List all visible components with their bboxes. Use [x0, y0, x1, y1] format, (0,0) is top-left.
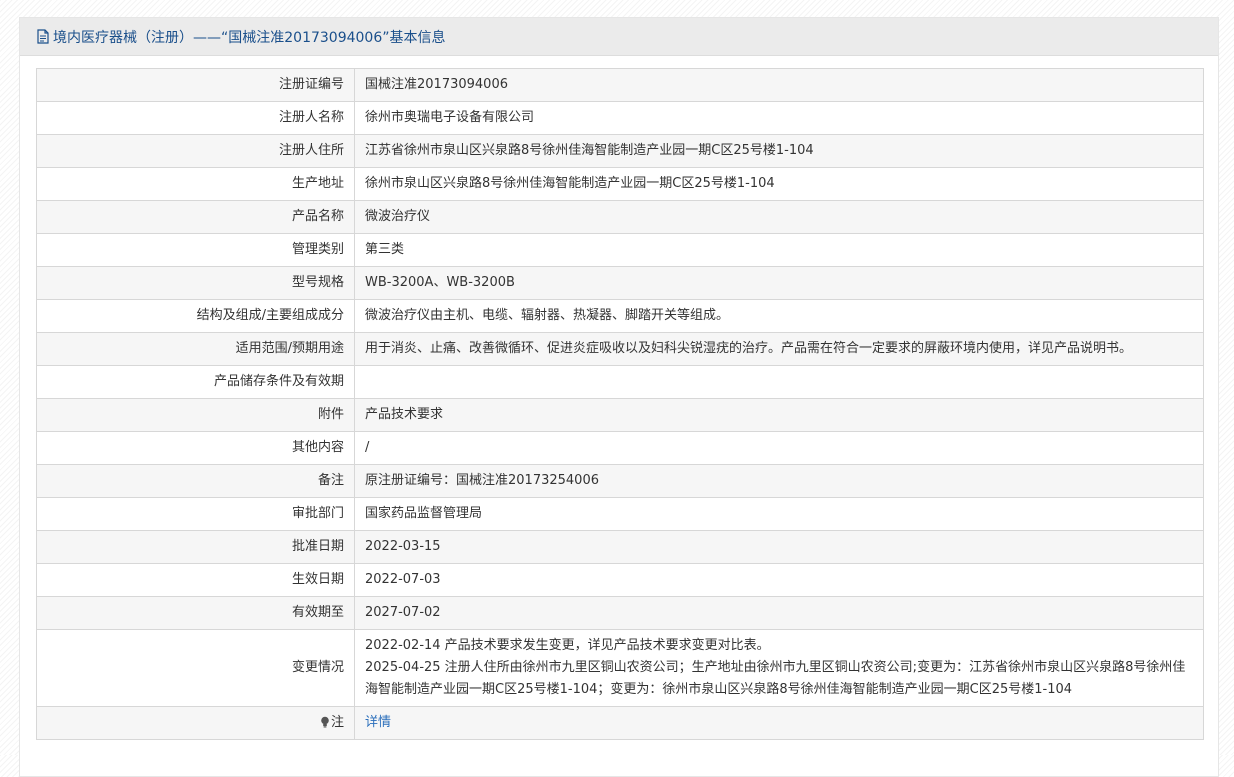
table-row: 注册证编号 国械注准20173094006 — [36, 68, 1204, 102]
change-line-2: 2025-04-25 注册人住所由徐州市九里区铜山农资公司；生产地址由徐州市九里… — [365, 660, 1186, 697]
table-row: 生效日期 2022-07-03 — [36, 563, 1204, 597]
note-value: 详情 — [354, 706, 1204, 740]
table-row: 附件 产品技术要求 — [36, 398, 1204, 432]
row-value: 微波治疗仪由主机、电缆、辐射器、热凝器、脚踏开关等组成。 — [354, 299, 1204, 333]
row-value: 2022-07-03 — [354, 563, 1204, 597]
row-label: 生效日期 — [36, 563, 355, 597]
row-value: 用于消炎、止痛、改善微循环、促进炎症吸收以及妇科尖锐湿疣的治疗。产品需在符合一定… — [354, 332, 1204, 366]
row-label: 注册证编号 — [36, 68, 355, 102]
change-line-1: 2022-02-14 产品技术要求发生变更，详见产品技术要求变更对比表。 — [365, 638, 770, 653]
change-value: 2022-02-14 产品技术要求发生变更，详见产品技术要求变更对比表。 202… — [354, 629, 1204, 707]
row-label: 型号规格 — [36, 266, 355, 300]
row-value: 2022-03-15 — [354, 530, 1204, 564]
row-value: 国家药品监督管理局 — [354, 497, 1204, 531]
page-title: 境内医疗器械（注册）——“国械注准20173094006”基本信息 — [53, 29, 446, 46]
table-row: 注册人住所 江苏省徐州市泉山区兴泉路8号徐州佳海智能制造产业园一期C区25号楼1-… — [36, 134, 1204, 168]
lightbulb-icon — [321, 716, 329, 728]
table-row: 管理类别 第三类 — [36, 233, 1204, 267]
row-value: 2027-07-02 — [354, 596, 1204, 630]
table-row: 其他内容 / — [36, 431, 1204, 465]
row-value: 第三类 — [354, 233, 1204, 267]
note-label-cell: 注 — [36, 706, 355, 740]
registration-info-table: 注册证编号 国械注准20173094006 注册人名称 徐州市奥瑞电子设备有限公司 … — [36, 68, 1204, 740]
row-label: 有效期至 — [36, 596, 355, 630]
info-panel: 境内医疗器械（注册）——“国械注准20173094006”基本信息 注册证编号国… — [19, 17, 1219, 777]
change-label: 变更情况 — [36, 629, 355, 707]
table-row: 产品储存条件及有效期 — [36, 365, 1204, 399]
row-label: 审批部门 — [36, 497, 355, 531]
table-row: 批准日期 2022-03-15 — [36, 530, 1204, 564]
row-value: WB-3200A、WB-3200B — [354, 266, 1204, 300]
table-row: 注册人名称 徐州市奥瑞电子设备有限公司 — [36, 101, 1204, 135]
row-label: 适用范围/预期用途 — [36, 332, 355, 366]
row-value: 徐州市泉山区兴泉路8号徐州佳海智能制造产业园一期C区25号楼1-104 — [354, 167, 1204, 201]
row-value: 微波治疗仪 — [354, 200, 1204, 234]
row-value: / — [354, 431, 1204, 465]
details-link[interactable]: 详情 — [365, 715, 391, 730]
table-row: 型号规格 WB-3200A、WB-3200B — [36, 266, 1204, 300]
row-value — [354, 365, 1204, 399]
row-label: 结构及组成/主要组成成分 — [36, 299, 355, 333]
row-label: 其他内容 — [36, 431, 355, 465]
note-label: 注 — [330, 715, 344, 730]
row-value: 产品技术要求 — [354, 398, 1204, 432]
table-row: 审批部门 国家药品监督管理局 — [36, 497, 1204, 531]
table-row: 备注 原注册证编号：国械注准20173254006 — [36, 464, 1204, 498]
row-label: 注册人名称 — [36, 101, 355, 135]
table-row: 有效期至 2027-07-02 — [36, 596, 1204, 630]
row-label: 注册人住所 — [36, 134, 355, 168]
row-label: 产品储存条件及有效期 — [36, 365, 355, 399]
table-row: 产品名称 微波治疗仪 — [36, 200, 1204, 234]
row-label: 生产地址 — [36, 167, 355, 201]
row-label: 备注 — [36, 464, 355, 498]
row-label: 管理类别 — [36, 233, 355, 267]
table-row: 适用范围/预期用途 用于消炎、止痛、改善微循环、促进炎症吸收以及妇科尖锐湿疣的治疗… — [36, 332, 1204, 366]
row-value: 原注册证编号：国械注准20173254006 — [354, 464, 1204, 498]
row-label: 产品名称 — [36, 200, 355, 234]
document-icon — [37, 29, 49, 44]
row-label: 批准日期 — [36, 530, 355, 564]
row-value: 江苏省徐州市泉山区兴泉路8号徐州佳海智能制造产业园一期C区25号楼1-104 — [354, 134, 1204, 168]
note-row: 注 详情 — [36, 706, 1204, 740]
panel-header: 境内医疗器械（注册）——“国械注准20173094006”基本信息 — [20, 18, 1218, 56]
table-row: 结构及组成/主要组成成分 微波治疗仪由主机、电缆、辐射器、热凝器、脚踏开关等组成。 — [36, 299, 1204, 333]
table-row: 生产地址 徐州市泉山区兴泉路8号徐州佳海智能制造产业园一期C区25号楼1-104 — [36, 167, 1204, 201]
change-row: 变更情况 2022-02-14 产品技术要求发生变更，详见产品技术要求变更对比表… — [36, 629, 1204, 707]
row-label: 附件 — [36, 398, 355, 432]
row-value: 国械注准20173094006 — [354, 68, 1204, 102]
row-value: 徐州市奥瑞电子设备有限公司 — [354, 101, 1204, 135]
